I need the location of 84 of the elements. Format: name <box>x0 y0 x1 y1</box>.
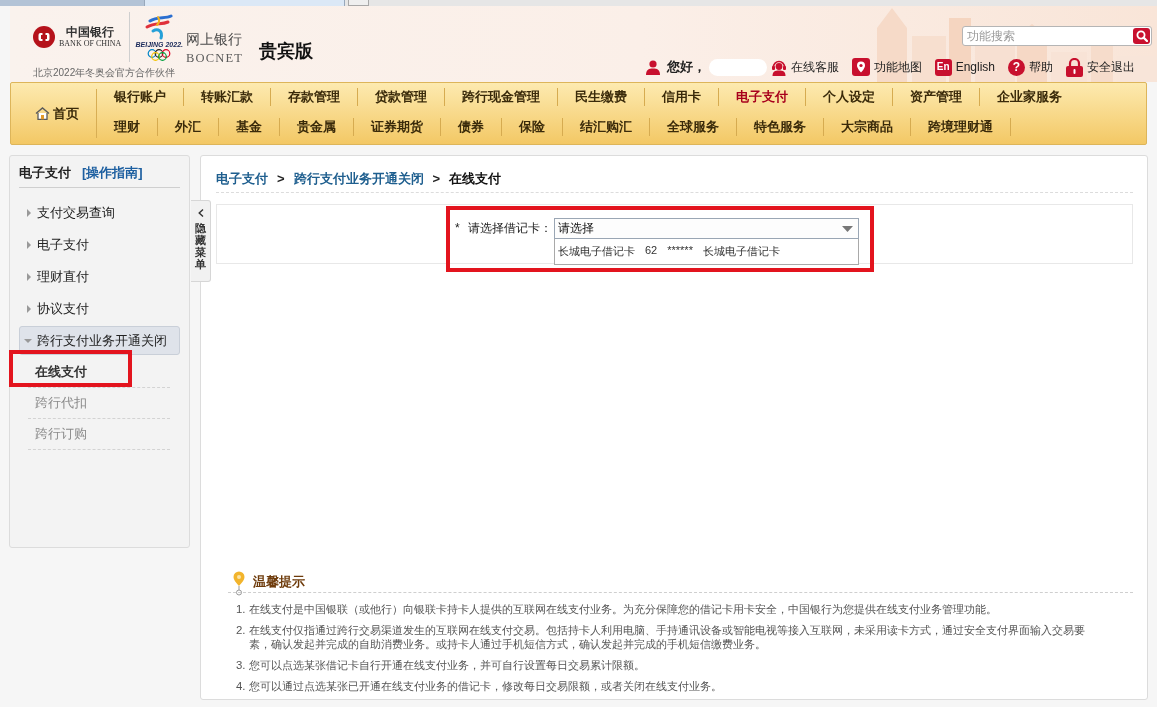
nav-menu-item[interactable]: 贵金属 <box>280 118 354 136</box>
breadcrumb-link[interactable]: 跨行支付业务开通关闭 <box>293 169 424 189</box>
caret-right-icon <box>27 273 31 281</box>
nav-menu-item[interactable]: 债券 <box>441 118 502 136</box>
search-button[interactable] <box>1133 28 1150 44</box>
english-link[interactable]: En English <box>934 58 995 76</box>
new-tab-button[interactable] <box>348 0 369 6</box>
nav-menu-item[interactable]: 结汇购汇 <box>563 118 650 136</box>
breadcrumb-separator: > <box>277 170 285 188</box>
edition-title: 贵宾版 <box>259 40 314 62</box>
dropdown-option[interactable]: 长城电子借记卡 62 ****** 长城电子借记卡 <box>558 244 780 259</box>
olympic-rings-icon <box>147 48 172 61</box>
nav-menu-item[interactable]: 大宗商品 <box>824 118 911 136</box>
nav-menu-item[interactable]: 民生缴费 <box>558 88 645 106</box>
search-field[interactable]: 功能搜索 <box>962 26 1152 46</box>
logout-link[interactable]: 安全退出 <box>1066 57 1135 77</box>
caret-right-icon <box>27 209 31 217</box>
sidebar-menu-item[interactable]: 电子支付 <box>19 229 180 261</box>
sidebar-submenu-item[interactable]: 在线支付 <box>28 357 170 388</box>
caret-right-icon <box>27 241 31 249</box>
nav-menu-item[interactable]: 全球服务 <box>650 118 737 136</box>
caret-down-icon <box>24 338 32 343</box>
sidebar-menu-item[interactable]: 跨行支付业务开通关闭 <box>19 326 180 355</box>
sidebar-menu-item[interactable]: 协议支付 <box>19 293 180 325</box>
home-icon <box>34 107 50 120</box>
product-subtitle: BOCNET <box>186 50 244 66</box>
tip-text: 您可以通过点选某张已开通在线支付业务的借记卡，修改每日交易限额，或者关闭在线支付业务。 <box>249 679 723 693</box>
field-label: 请选择借记卡： <box>468 221 552 236</box>
breadcrumb-separator: > <box>432 170 441 188</box>
nav-menu-item[interactable]: 企业家服务 <box>980 88 1079 106</box>
tips-title: 温馨提示 <box>253 573 305 591</box>
tip-text: 在线支付是中国银联（或他行）向银联卡持卡人提供的互联网在线支付业务。为充分保障您的借记卡用卡安全，中国银行为您提供在线支付业务管理功能。 <box>249 602 998 616</box>
help-link[interactable]: ? 帮助 <box>1008 58 1053 76</box>
nav-menu-item[interactable]: 理财 <box>97 118 158 136</box>
nav-menu-item[interactable]: 存款管理 <box>271 88 358 106</box>
chevron-left-icon <box>197 209 204 217</box>
product-title: 网上银行 <box>186 32 242 48</box>
nav-menu-item[interactable]: 特色服务 <box>737 118 824 136</box>
hide-menu-button[interactable]: 隐藏菜单 <box>191 200 211 282</box>
guide-link[interactable]: [操作指南] <box>82 164 143 182</box>
search-icon <box>1135 30 1148 42</box>
greeting-text: 您好， <box>666 58 706 76</box>
nav-menu-item[interactable]: 证券期货 <box>354 118 441 136</box>
partner-slogan: 北京2022年冬奥会官方合作伙伴 <box>33 67 176 79</box>
required-mark: * <box>455 220 461 237</box>
bank-logo-icon <box>33 26 55 48</box>
ribbon-emblem-icon <box>144 13 175 40</box>
nav-menu-item[interactable]: 跨境理财通 <box>911 118 1011 136</box>
nav-menu-item[interactable]: 个人设定 <box>806 88 893 106</box>
tip-text: 在线支付仅指通过跨行交易渠道发生的互联网在线支付交易。包括持卡人利用电脑、手持通讯设备或智能电视等接入互联网，未采用读卡方式，通过安全支付界面输入交易要素，确认发起并完成的自助消费业务。或持卡人通过手机短信方式，确认发起并完成的手机短信缴费业务。 <box>249 623 1086 651</box>
nav-menu-item[interactable]: 贷款管理 <box>358 88 445 106</box>
caret-right-icon <box>27 305 31 313</box>
list-number: 4. <box>236 679 247 693</box>
sidebar-menu-item[interactable]: 理财直付 <box>19 261 180 293</box>
list-number: 3. <box>236 658 247 672</box>
bank-name-english: BANK OF CHINA <box>59 39 122 49</box>
user-icon <box>645 59 660 75</box>
tip-text: 您可以点选某张借记卡自行开通在线支付业务，并可自行设置每日交易累计限额。 <box>249 658 646 672</box>
nav-menu-item[interactable]: 资产管理 <box>893 88 980 106</box>
nav-menu-item[interactable]: 转账汇款 <box>184 88 271 106</box>
map-pin-icon <box>851 58 870 76</box>
headset-icon <box>770 58 787 76</box>
nav-menu-item[interactable]: 基金 <box>219 118 280 136</box>
bank-name: 中国银行 <box>66 25 115 39</box>
breadcrumb-current: 在线支付 <box>449 170 502 188</box>
card-select[interactable]: 请选择 <box>554 218 859 239</box>
function-map-link[interactable]: 功能地图 <box>851 58 922 76</box>
nav-menu-item[interactable]: 保险 <box>502 118 563 136</box>
sidebar-menu-item[interactable]: 支付交易查询 <box>19 197 180 229</box>
online-service-link[interactable]: 在线客服 <box>770 58 839 76</box>
nav-menu-item[interactable]: 银行账户 <box>97 88 184 106</box>
location-pin-icon <box>233 571 245 596</box>
sidebar-title: 电子支付 <box>19 164 71 182</box>
caret-down-icon <box>842 225 853 232</box>
breadcrumb-link[interactable]: 电子支付 <box>216 169 268 189</box>
nav-menu-item[interactable]: 外汇 <box>158 118 219 136</box>
lock-icon <box>1066 57 1083 77</box>
list-number: 1. <box>236 602 247 616</box>
home-link[interactable]: 首页 <box>11 89 97 138</box>
nav-menu-item[interactable]: 跨行现金管理 <box>445 88 558 106</box>
name-mask <box>708 58 767 76</box>
list-number: 2. <box>236 623 247 638</box>
nav-menu-item[interactable]: 信用卡 <box>645 88 719 106</box>
nav-menu-item[interactable]: 电子支付 <box>719 88 806 106</box>
